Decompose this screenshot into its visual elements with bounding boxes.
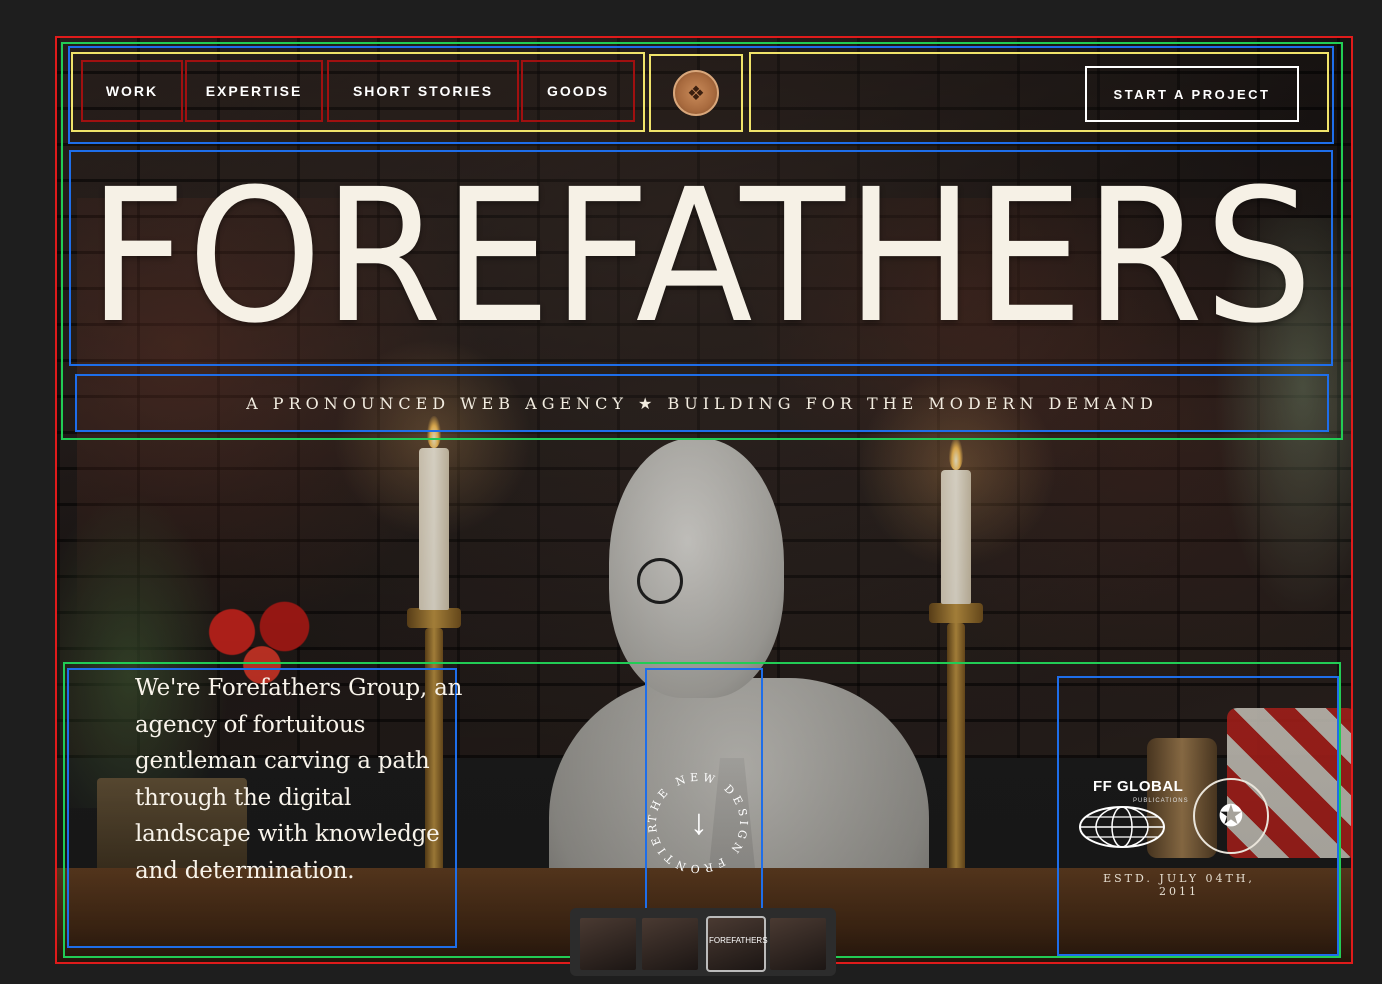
thumbnail-1[interactable] <box>580 918 636 970</box>
home-logo-link[interactable]: ❖ <box>651 56 741 130</box>
eagle-seal-icon: ❖ <box>673 70 719 116</box>
thumbnail-label: FOREFATHERS <box>709 936 768 945</box>
intro-paragraph: We're Forefathers Group, an agency of fo… <box>135 675 463 884</box>
start-project-button[interactable]: START A PROJECT <box>1085 66 1299 122</box>
ff-global-logo: FF GLOBAL <box>1093 778 1184 795</box>
eagle-emblem-icon: ✪ <box>1193 778 1269 854</box>
thumbnail-strip: FOREFATHERS <box>570 908 836 976</box>
established-date: ESTD. JULY 04TH, 2011 <box>1103 872 1255 898</box>
page-frame: WORK EXPERTISE SHORT STORIES GOODS ❖ STA… <box>55 36 1353 964</box>
globe-icon <box>1079 806 1165 848</box>
thumbnail-4[interactable] <box>770 918 826 970</box>
hero-title: FOREFATHERS <box>88 150 1314 364</box>
nav-item-work[interactable]: WORK <box>81 60 183 122</box>
thumbnail-2[interactable] <box>642 918 698 970</box>
thumbnail-3[interactable]: FOREFATHERS <box>706 916 768 972</box>
hero-tagline: A PRONOUNCED WEB AGENCY ★ BUILDING FOR T… <box>246 393 1158 413</box>
nav-item-expertise[interactable]: EXPERTISE <box>185 60 323 122</box>
nav-item-short-stories[interactable]: SHORT STORIES <box>327 60 519 122</box>
nav-item-goods[interactable]: GOODS <box>521 60 635 122</box>
arrow-down-icon[interactable]: ↓ <box>685 802 713 842</box>
